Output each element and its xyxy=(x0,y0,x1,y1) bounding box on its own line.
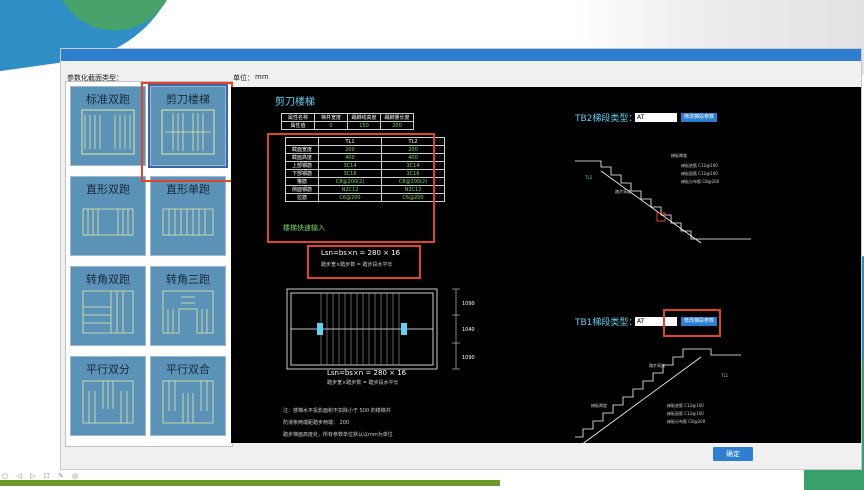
table1-header: 踢脚量长度 xyxy=(380,113,414,122)
stair-type-label: 转角双跑 xyxy=(86,273,130,286)
stair-type-label: 直形单跑 xyxy=(166,183,210,196)
unit-label: 单位： xyxy=(233,74,254,82)
stair-corner-double-icon xyxy=(82,290,134,334)
stair-type-parallel-merge[interactable]: 平行双合 xyxy=(150,356,226,436)
stair-straight-single-icon xyxy=(162,208,214,236)
tb1-annotation: TL1 xyxy=(720,373,729,378)
stair-type-straight-double[interactable]: 直形双跑 xyxy=(70,176,146,256)
highlight-selected-type xyxy=(141,82,233,182)
formula-top: Lsn=bs×n = 280 × 16 xyxy=(321,249,401,257)
dialog-titlebar[interactable] xyxy=(61,49,861,61)
stair-parallel-split-icon xyxy=(82,380,134,424)
stair-type-label: 直形双跑 xyxy=(86,183,130,196)
unit-value: mm xyxy=(255,73,269,81)
tb2-modify-button[interactable]: 修改梯段参数 xyxy=(681,113,718,122)
stair-parameter-dialog: 参数化截面类型： 单位： mm 标准双跑 剪刀楼梯 直形双跑 直形单跑 转角双跑… xyxy=(60,48,862,470)
tb1-annotation: 梯板面筋 C12@100 xyxy=(667,410,704,416)
stair-type-straight-single[interactable]: 直形单跑 xyxy=(150,176,226,256)
tb1-annotation: 梯板厚度 xyxy=(591,402,607,408)
table1-header: 梯井宽度 xyxy=(314,113,348,122)
tb2-section-drawing: 梯板厚度 踏步高度 梯板底筋 C12@100 梯板面筋 C12@100 梯板分布… xyxy=(575,152,751,244)
quick-input-link[interactable]: 楼梯快速输入 xyxy=(283,223,325,233)
stair-type-label: 标准双跑 xyxy=(86,93,130,106)
plan-dim-3: 1090 xyxy=(462,355,475,361)
preview-title: 剪刀楼梯 xyxy=(275,97,315,108)
ok-button[interactable]: 确定 xyxy=(713,447,753,461)
plan-dim-1: 1090 xyxy=(462,301,475,307)
highlight-tb1-modify xyxy=(663,309,721,337)
tb2-annotation: 梯板面筋 C12@100 xyxy=(681,170,718,176)
plan-dim-2: 1040 xyxy=(462,327,475,333)
table1-header: 属性名称 xyxy=(281,113,315,122)
stair-straight-double-icon xyxy=(82,208,134,236)
stair-type-label: 转角三跑 xyxy=(166,273,210,286)
formula-bottom: Lsn=bs×n = 280 × 16 xyxy=(327,369,407,377)
taskbar-icons: ○ ◁ ▷ ☐ ✎ ◎ xyxy=(2,472,82,480)
stair-property-table: 属性名称 梯井宽度 踢脚线高度 踢脚量长度 属性值 0 150 200 xyxy=(281,113,414,130)
stair-type-label: 平行双合 xyxy=(166,363,210,376)
tb1-annotation: 梯板分布筋 C8@200 xyxy=(667,418,706,424)
tb2-annotation: TL2 xyxy=(584,175,593,180)
table1-cell[interactable]: 0 xyxy=(314,121,348,130)
stair-type-parallel-split[interactable]: 平行双分 xyxy=(70,356,146,436)
note-line-3: 踏步梯面高度处，所有参数单位默认以mm为单位 xyxy=(283,432,393,438)
stair-corner-triple-icon xyxy=(162,290,214,334)
table1-header: 踢脚线高度 xyxy=(347,113,381,122)
stair-type-corner-triple[interactable]: 转角三跑 xyxy=(150,266,226,346)
tb2-annotation: 梯板厚度 xyxy=(671,152,687,158)
tb2-annotation: 梯板底筋 C12@100 xyxy=(681,162,718,168)
stair-type-standard-double[interactable]: 标准双跑 xyxy=(70,86,146,166)
tb2-type-select[interactable]: AT xyxy=(635,113,677,122)
stair-type-corner-double[interactable]: 转角双跑 xyxy=(70,266,146,346)
tb1-annotation: 梯板底筋 C12@100 xyxy=(667,402,704,408)
background-strip-bottom xyxy=(0,480,500,486)
tb1-section-drawing: 踏步高度 梯板底筋 C12@100 梯板面筋 C12@100 梯板分布筋 C8@… xyxy=(575,348,741,446)
tb1-type-label: TB1梯段类型： xyxy=(575,318,638,328)
note-line-2: 防滑条两端距踏步两端： 200 xyxy=(283,420,350,426)
table1-cell[interactable]: 150 xyxy=(347,121,381,130)
table1-cell: 属性值 xyxy=(281,121,315,130)
stair-standard-double-icon xyxy=(81,109,135,155)
tb2-annotation: 梯板分布筋 C8@200 xyxy=(681,178,720,184)
stair-type-label: 平行双分 xyxy=(86,363,130,376)
tb2-type-label: TB2梯段类型： xyxy=(575,114,638,124)
formula-bottom-caption: 踏步宽×踏步数 = 踏步段水平长 xyxy=(327,380,399,386)
table1-cell[interactable]: 200 xyxy=(380,121,414,130)
tb2-annotation: 踏步高度 xyxy=(615,188,631,194)
stair-parallel-merge-icon xyxy=(162,380,214,424)
tb1-annotation: 踏步高度 xyxy=(649,362,665,368)
note-line-1: 注：楼梯水平投影面积不扣除小于 500 的楼梯井 xyxy=(283,408,391,414)
formula-top-caption: 踏步宽×踏步数 = 踏步段水平长 xyxy=(321,262,393,268)
stair-preview-panel: 剪刀楼梯 属性名称 梯井宽度 踢脚线高度 踢脚量长度 属性值 0 150 200… xyxy=(231,87,861,446)
